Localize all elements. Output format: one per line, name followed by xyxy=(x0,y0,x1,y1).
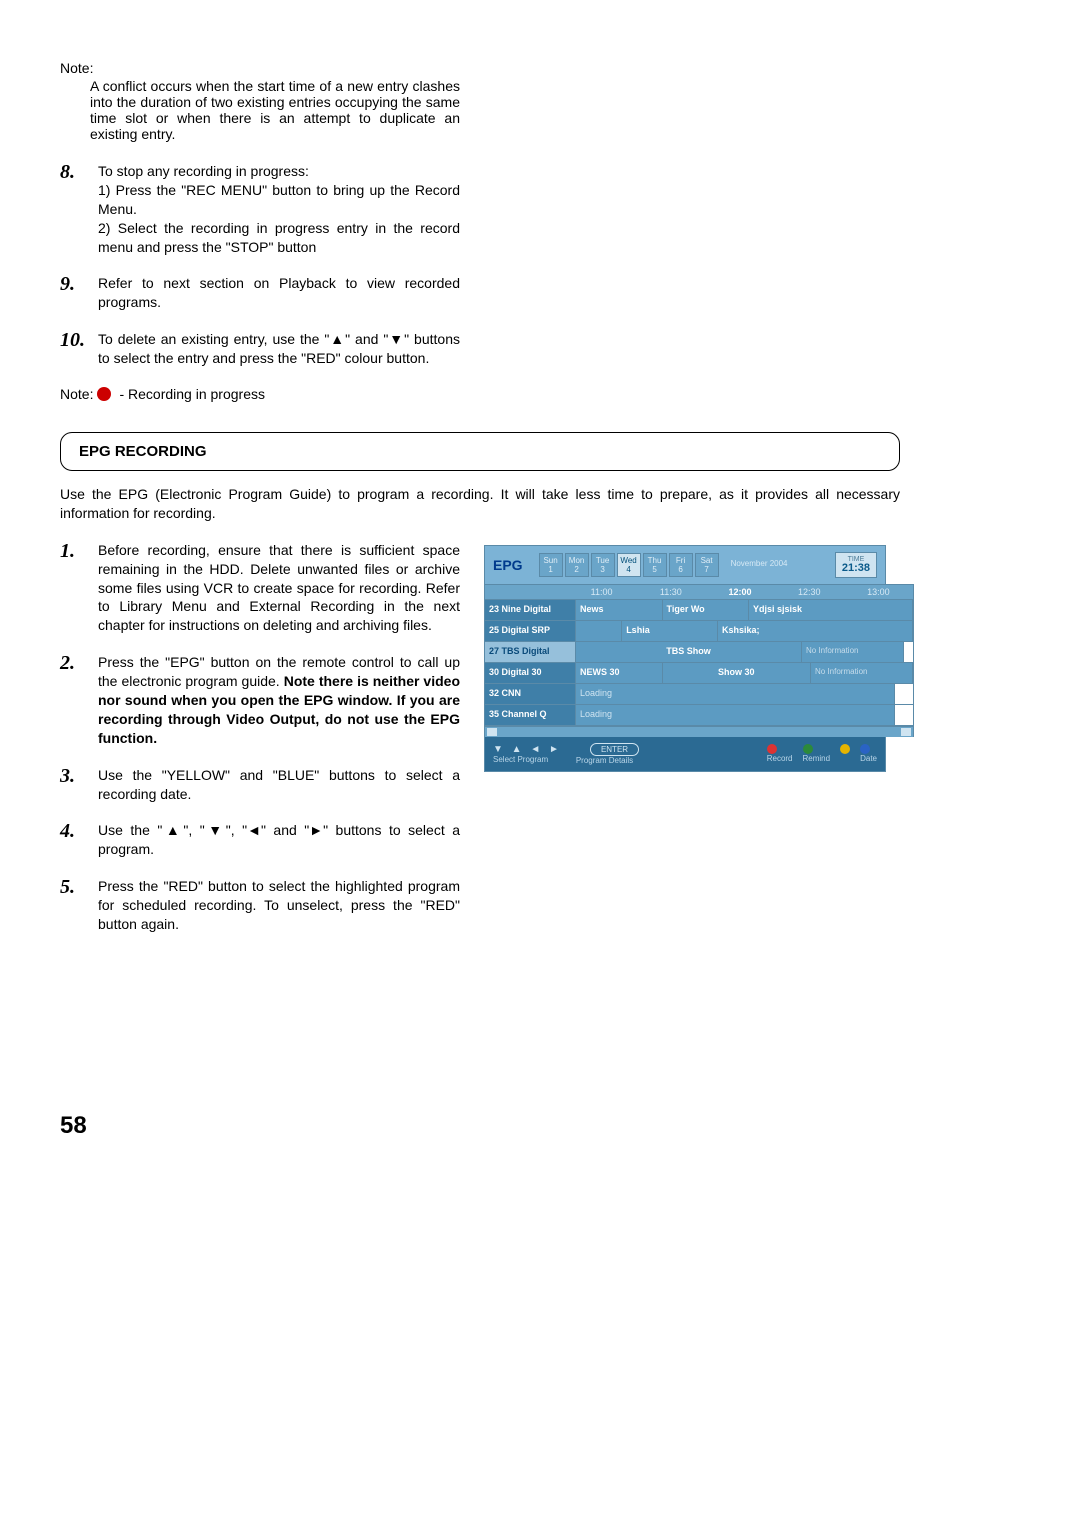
step-body: Press the "RED" button to select the hig… xyxy=(98,877,460,934)
epg-channel: 27 TBS Digital xyxy=(485,642,576,662)
step-body: Refer to next section on Playback to vie… xyxy=(98,274,460,312)
epg-body: 11:00 11:30 12:00 12:30 13:00 23 Nine Di… xyxy=(485,584,885,737)
epg-day: Mon2 xyxy=(565,553,589,577)
epg-screenshot: EPG Sun1 Mon2 Tue3 Wed4 Thu5 Fri6 Sat7 N… xyxy=(484,545,886,772)
epg-program-cell: News xyxy=(576,600,663,620)
epg-row: 32 CNNLoading xyxy=(485,684,913,705)
epg-day: Tue3 xyxy=(591,553,615,577)
step-body: To delete an existing entry, use the "▲"… xyxy=(98,330,460,368)
epg-step-3: 3. Use the "YELLOW" and "BLUE" buttons t… xyxy=(60,766,460,804)
step-body: To stop any recording in progress: 1) Pr… xyxy=(98,162,460,256)
epg-step-5: 5. Press the "RED" button to select the … xyxy=(60,877,460,934)
step-body: Use the "▲", "▼", "◄" and "►" buttons to… xyxy=(98,821,460,859)
epg-program-cell: NEWS 30 xyxy=(576,663,663,683)
epg-program-cell xyxy=(576,621,622,641)
epg-program-cell: Tiger Wo xyxy=(663,600,750,620)
step-number: 10. xyxy=(60,330,88,350)
epg-channel: 23 Nine Digital xyxy=(485,600,576,620)
epg-program-cell: TBS Show xyxy=(576,642,802,662)
epg-clock: TIME21:38 xyxy=(835,552,877,578)
note-label: Note: xyxy=(60,60,460,76)
epg-footer-center: ENTER Program Details xyxy=(570,743,639,765)
epg-logo: EPG xyxy=(493,557,523,573)
epg-day: Thu5 xyxy=(643,553,667,577)
epg-row: 35 Channel QLoading xyxy=(485,705,913,726)
page-number: 58 xyxy=(60,1112,900,1140)
note-prefix: Note: xyxy=(60,386,93,402)
yellow-dot-icon xyxy=(840,744,850,754)
epg-row: 30 Digital 30NEWS 30Show 30No Informatio… xyxy=(485,663,913,684)
step-number: 5. xyxy=(60,877,88,897)
record-icon xyxy=(97,387,111,401)
epg-day: Sat7 xyxy=(695,553,719,577)
epg-program-cell: Loading xyxy=(576,705,895,725)
epg-program-cell: Loading xyxy=(576,684,895,704)
step-body: Before recording, ensure that there is s… xyxy=(98,541,460,635)
epg-day-tabs: Sun1 Mon2 Tue3 Wed4 Thu5 Fri6 Sat7 xyxy=(539,553,719,577)
epg-day: Fri6 xyxy=(669,553,693,577)
epg-program-cell: Show 30 xyxy=(663,663,812,683)
step-number: 2. xyxy=(60,653,88,673)
epg-channel: 25 Digital SRP xyxy=(485,621,576,641)
enter-button-hint: ENTER xyxy=(590,743,639,756)
top-column: Note: A conflict occurs when the start t… xyxy=(60,60,460,402)
step-9: 9. Refer to next section on Playback to … xyxy=(60,274,460,312)
epg-channel: 35 Channel Q xyxy=(485,705,576,725)
step-8: 8. To stop any recording in progress: 1)… xyxy=(60,162,460,256)
green-dot-icon xyxy=(803,744,813,754)
epg-footer-left: ▼ ▲ ◄ ► Select Program xyxy=(493,744,562,764)
epg-row: 25 Digital SRP LshiaKshsika; xyxy=(485,621,913,642)
epg-main: 11:00 11:30 12:00 12:30 13:00 23 Nine Di… xyxy=(485,584,913,737)
red-dot-icon xyxy=(767,744,777,754)
epg-footer: ▼ ▲ ◄ ► Select Program ENTER Program Det… xyxy=(485,737,885,771)
epg-day: Sun1 xyxy=(539,553,563,577)
blue-dot-icon xyxy=(860,744,870,754)
epg-time-row: 11:00 11:30 12:00 12:30 13:00 xyxy=(485,584,913,600)
epg-grid: 23 Nine DigitalNewsTiger WoYdjsi sjsisk2… xyxy=(485,600,913,726)
step-body: Press the "EPG" button on the remote con… xyxy=(98,653,460,747)
epg-step-4: 4. Use the "▲", "▼", "◄" and "►" buttons… xyxy=(60,821,460,859)
epg-step-1: 1. Before recording, ensure that there i… xyxy=(60,541,460,635)
epg-program-cell: No Information xyxy=(811,663,913,683)
epg-program-cell: Kshsika; xyxy=(718,621,913,641)
section-heading: EPG RECORDING xyxy=(60,432,900,471)
epg-program-cell: No Information xyxy=(802,642,904,662)
step-number: 4. xyxy=(60,821,88,841)
epg-row: 23 Nine DigitalNewsTiger WoYdjsi sjsisk xyxy=(485,600,913,621)
select-program-label: Select Program xyxy=(493,755,562,764)
step-number: 9. xyxy=(60,274,88,294)
epg-day-selected: Wed4 xyxy=(617,553,641,577)
steps-column: 1. Before recording, ensure that there i… xyxy=(60,541,460,952)
epg-figure-column: EPG Sun1 Mon2 Tue3 Wed4 Thu5 Fri6 Sat7 N… xyxy=(484,541,900,772)
epg-step-2: 2. Press the "EPG" button on the remote … xyxy=(60,653,460,747)
recording-note: Note: - Recording in progress xyxy=(60,386,460,402)
epg-program-cell: Lshia xyxy=(622,621,718,641)
conflict-note: Note: A conflict occurs when the start t… xyxy=(60,60,460,142)
program-details-label: Program Details xyxy=(570,756,639,765)
epg-month: November 2004 xyxy=(731,560,788,569)
epg-vscroll xyxy=(913,584,914,737)
epg-program-cell: Ydjsi sjsisk xyxy=(749,600,913,620)
section-intro: Use the EPG (Electronic Program Guide) t… xyxy=(60,485,900,523)
note-suffix: - Recording in progress xyxy=(119,386,265,402)
step-number: 8. xyxy=(60,162,88,182)
arrow-icons: ▼ ▲ ◄ ► xyxy=(493,744,562,755)
epg-row: 27 TBS DigitalTBS ShowNo Information xyxy=(485,642,913,663)
epg-two-column: 1. Before recording, ensure that there i… xyxy=(60,541,900,952)
epg-channel: 32 CNN xyxy=(485,684,576,704)
note-body: A conflict occurs when the start time of… xyxy=(90,78,460,142)
epg-channel: 30 Digital 30 xyxy=(485,663,576,683)
colour-buttons: Record Remind Date xyxy=(767,744,877,763)
epg-header: EPG Sun1 Mon2 Tue3 Wed4 Thu5 Fri6 Sat7 N… xyxy=(485,546,885,584)
step-number: 3. xyxy=(60,766,88,786)
step-number: 1. xyxy=(60,541,88,561)
step-10: 10. To delete an existing entry, use the… xyxy=(60,330,460,368)
epg-hscroll xyxy=(485,726,913,737)
step-body: Use the "YELLOW" and "BLUE" buttons to s… xyxy=(98,766,460,804)
